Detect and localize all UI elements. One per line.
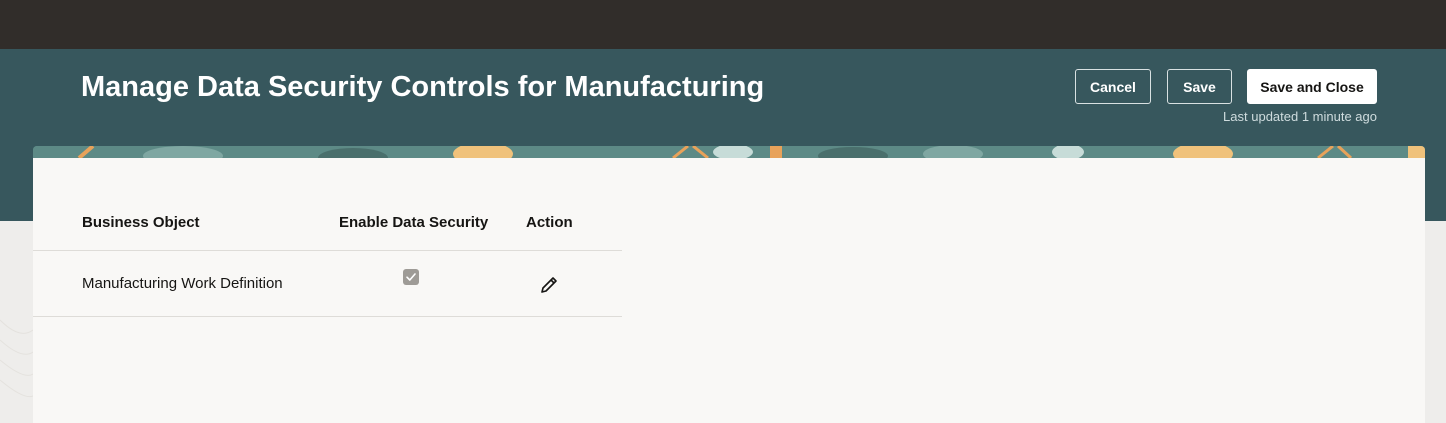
page-title: Manage Data Security Controls for Manufa…	[81, 71, 765, 103]
content-card: Business Object Enable Data Security Act…	[33, 158, 1425, 423]
column-header-business-object: Business Object	[82, 214, 200, 231]
data-security-table: Business Object Enable Data Security Act…	[33, 158, 622, 317]
checkmark-icon	[406, 273, 416, 281]
save-button[interactable]: Save	[1167, 69, 1232, 104]
business-object-cell: Manufacturing Work Definition	[82, 275, 283, 292]
column-header-enable-data-security: Enable Data Security	[339, 214, 489, 231]
table-header: Business Object Enable Data Security Act…	[33, 158, 622, 251]
table-row[interactable]: Manufacturing Work Definition	[33, 251, 622, 317]
save-and-close-button[interactable]: Save and Close	[1247, 69, 1377, 104]
enable-data-security-checkbox	[403, 269, 419, 285]
top-bar	[0, 0, 1446, 49]
cancel-button[interactable]: Cancel	[1075, 69, 1151, 104]
background-swirl-pattern	[0, 319, 33, 398]
edit-action-button[interactable]	[538, 274, 560, 296]
last-updated-text: Last updated 1 minute ago	[1223, 109, 1377, 124]
column-header-action: Action	[526, 214, 573, 231]
pencil-icon	[541, 277, 557, 293]
decorative-pattern-strip	[33, 146, 1425, 158]
